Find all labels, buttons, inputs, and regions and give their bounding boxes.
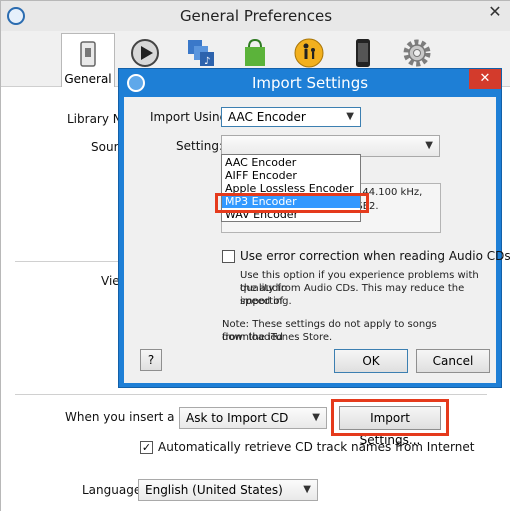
chevron-down-icon: ▼ xyxy=(312,412,320,423)
chevron-down-icon: ▼ xyxy=(303,484,311,495)
store-bag-icon xyxy=(245,38,265,66)
dialog-titlebar: Import Settings ✕ xyxy=(119,69,501,97)
language-value: English (United States) xyxy=(145,483,283,497)
import-using-dropdown[interactable]: AAC Encoder ▼ xyxy=(221,107,361,127)
chevron-down-icon: ▼ xyxy=(425,140,433,151)
cancel-button[interactable]: Cancel xyxy=(416,349,490,373)
note-line: from the iTunes Store. xyxy=(222,332,333,343)
dialog-close-icon[interactable]: ✕ xyxy=(469,69,501,89)
sharing-icon: ♪ xyxy=(188,40,214,67)
parental-icon xyxy=(294,38,324,68)
highlight-box xyxy=(331,399,449,436)
auto-retrieve-checkbox[interactable]: ✓ xyxy=(140,441,153,454)
device-icon xyxy=(356,39,370,67)
setting-label: Setting: xyxy=(176,139,224,153)
main-close-icon[interactable]: ✕ xyxy=(479,1,510,23)
divider xyxy=(15,394,487,395)
general-icon xyxy=(80,41,96,67)
insert-cd-dropdown[interactable]: Ask to Import CD ▼ xyxy=(179,407,327,429)
highlight-box xyxy=(215,193,369,213)
gear-icon xyxy=(403,39,431,67)
error-correction-help-line: importing. xyxy=(240,296,292,307)
chevron-down-icon: ▼ xyxy=(346,111,354,122)
dialog-title: Import Settings xyxy=(251,74,369,92)
auto-retrieve-label: Automatically retrieve CD track names fr… xyxy=(158,440,475,454)
divider xyxy=(15,261,119,262)
insert-cd-value: Ask to Import CD xyxy=(186,411,289,425)
import-settings-dialog: Import Settings ✕ Import Using: AAC Enco… xyxy=(118,68,510,388)
main-titlebar: General Preferences ✕ xyxy=(1,1,510,31)
toolbar-general-label: General xyxy=(64,72,112,86)
svg-text:♪: ♪ xyxy=(204,56,210,67)
toolbar-general-tab[interactable]: General xyxy=(61,33,115,87)
import-using-value: AAC Encoder xyxy=(228,110,306,124)
dialog-body: Import Using: AAC Encoder ▼ Setting: ▼ o… xyxy=(124,97,510,383)
option-aac-encoder[interactable]: AAC Encoder xyxy=(222,156,360,169)
language-label: Language: xyxy=(82,483,146,497)
help-button[interactable]: ? xyxy=(140,349,162,371)
error-correction-checkbox[interactable] xyxy=(222,250,235,263)
play-icon xyxy=(131,39,159,67)
import-using-label: Import Using: xyxy=(150,110,232,124)
ok-button[interactable]: OK xyxy=(334,349,408,373)
error-correction-label: Use error correction when reading Audio … xyxy=(240,249,510,263)
language-dropdown[interactable]: English (United States) ▼ xyxy=(138,479,318,501)
main-window-title: General Preferences xyxy=(179,7,333,25)
option-aiff-encoder[interactable]: AIFF Encoder xyxy=(222,169,360,182)
view-label: Vie xyxy=(101,274,120,288)
